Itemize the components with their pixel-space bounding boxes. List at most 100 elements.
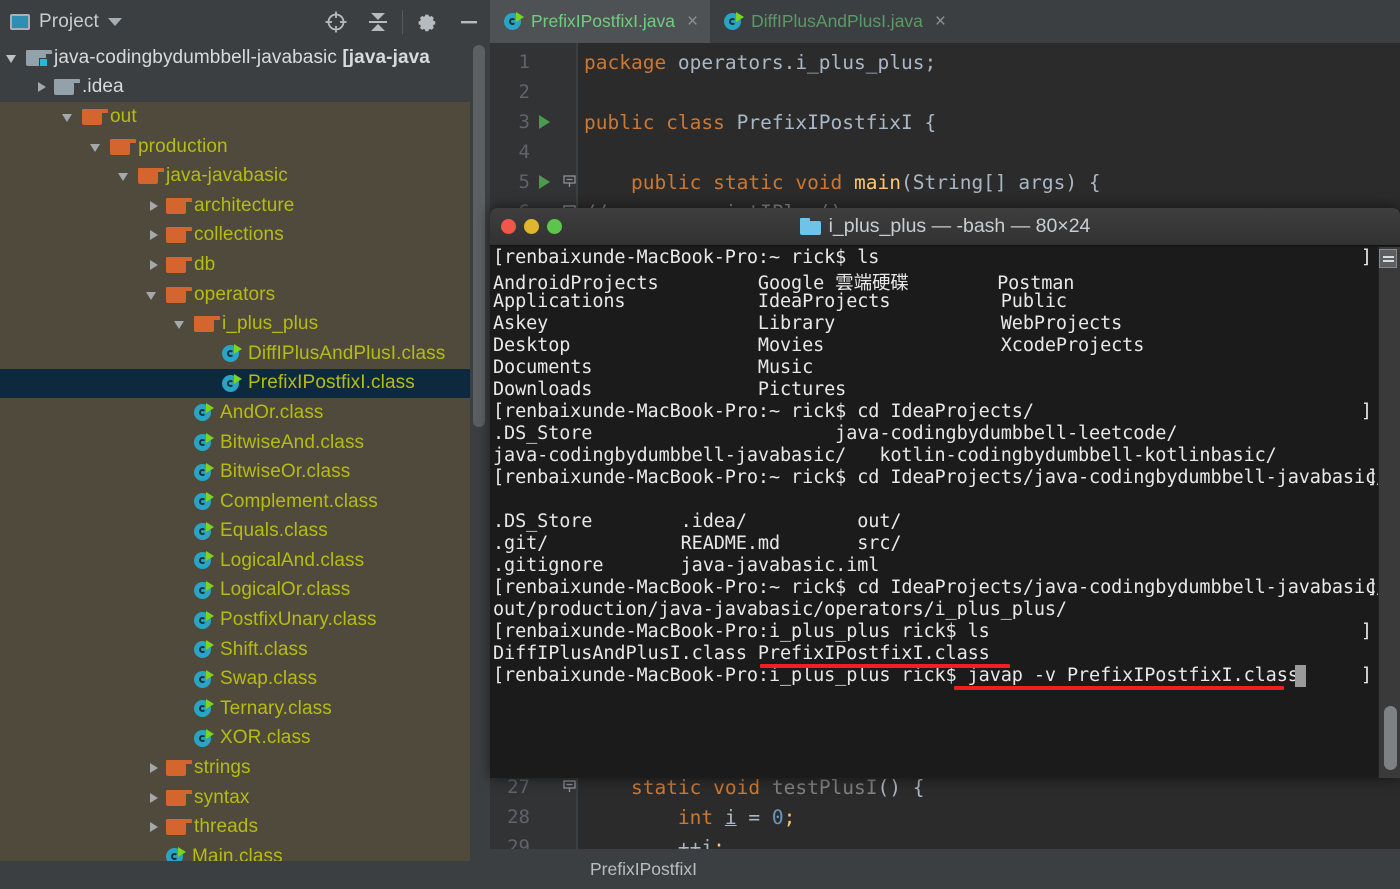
tree-item[interactable]: threads <box>0 812 470 842</box>
tree-item[interactable]: db <box>0 250 470 280</box>
chevron-down-icon[interactable] <box>62 110 76 124</box>
chevron-right-icon[interactable] <box>146 258 160 272</box>
tree-item[interactable]: java-codingbydumbbell-javabasic [java-ja… <box>0 43 470 73</box>
tree-spacer <box>174 524 188 538</box>
tree-item[interactable]: Shift.class <box>0 635 470 665</box>
code-token: testPlusI <box>772 776 878 799</box>
tree-spacer <box>174 495 188 509</box>
chevron-down-icon[interactable] <box>174 317 188 331</box>
java-class-icon <box>194 729 213 748</box>
tree-spacer <box>202 347 216 361</box>
terminal-scroll-thumb[interactable] <box>1384 706 1397 770</box>
tree-item-label: i_plus_plus <box>222 313 318 335</box>
tree-item[interactable]: .idea <box>0 73 470 103</box>
tree-item[interactable]: java-javabasic <box>0 161 470 191</box>
collapse-all-icon[interactable] <box>357 1 399 43</box>
terminal-line: [renbaixunde-MacBook-Pro:~ rick$ cd Idea… <box>493 467 1387 489</box>
tree-item[interactable]: syntax <box>0 783 470 813</box>
tree-item[interactable]: XOR.class <box>0 724 470 754</box>
minimize-icon[interactable] <box>448 1 490 43</box>
java-class-icon <box>194 463 213 482</box>
locate-target-icon[interactable] <box>315 1 357 43</box>
java-class-icon <box>504 12 523 31</box>
gutter-line: 28 <box>490 802 576 832</box>
close-icon[interactable]: × <box>935 11 946 33</box>
tree-item-label: Complement.class <box>220 491 378 513</box>
terminal-line: DiffIPlusAndPlusI.class PrefixIPostfixI.… <box>493 643 990 665</box>
terminal-titlebar[interactable]: i_plus_plus — -bash — 80×24 <box>490 208 1400 246</box>
chevron-down-icon[interactable] <box>6 51 20 65</box>
code-line[interactable]: public class PrefixIPostfixI { <box>584 107 936 137</box>
tree-item[interactable]: out <box>0 102 470 132</box>
chevron-right-icon[interactable] <box>34 80 48 94</box>
chevron-right-icon[interactable] <box>146 791 160 805</box>
chevron-right-icon[interactable] <box>146 761 160 775</box>
tree-item[interactable]: Swap.class <box>0 664 470 694</box>
tree-spacer <box>174 613 188 627</box>
code-line[interactable]: public static void main(String[] args) { <box>584 167 1101 197</box>
tree-item[interactable]: operators <box>0 280 470 310</box>
code-line[interactable]: int i = 0; <box>584 802 795 832</box>
tree-spacer <box>174 406 188 420</box>
run-gutter-icon[interactable] <box>539 115 550 129</box>
tree-item[interactable]: architecture <box>0 191 470 221</box>
red-underline-ls-result <box>760 664 1010 668</box>
tree-item[interactable]: DiffIPlusAndPlusI.class <box>0 339 470 369</box>
run-gutter-icon[interactable] <box>539 175 550 189</box>
terminal-split-icon[interactable] <box>1379 249 1397 268</box>
tree-item[interactable]: Main.class <box>0 842 470 861</box>
sidebar-vertical-scrollbar[interactable] <box>473 45 485 845</box>
terminal-line: [renbaixunde-MacBook-Pro:~ rick$ cd Idea… <box>493 401 1034 423</box>
tree-item-label: strings <box>194 757 251 779</box>
tree-item-label: java-codingbydumbbell-javabasic [java-ja… <box>54 47 430 69</box>
sidebar-vertical-scroll-thumb[interactable] <box>473 45 485 427</box>
tree-item[interactable]: PostfixUnary.class <box>0 605 470 635</box>
tree-item-label: out <box>110 106 137 128</box>
code-fold-icon[interactable] <box>563 175 576 188</box>
tree-item-label: BitwiseAnd.class <box>220 432 364 454</box>
close-icon[interactable]: × <box>687 11 698 33</box>
editor-tab[interactable]: DiffIPlusAndPlusI.java× <box>710 0 958 43</box>
chevron-down-icon[interactable] <box>90 140 104 154</box>
editor-tab[interactable]: PrefixIPostfixI.java× <box>490 0 710 43</box>
tree-item[interactable]: LogicalOr.class <box>0 576 470 606</box>
terminal-window[interactable]: i_plus_plus — -bash — 80×24 [renbaixunde… <box>490 208 1400 778</box>
tree-item[interactable]: LogicalAnd.class <box>0 546 470 576</box>
tree-spacer <box>174 554 188 568</box>
tree-item[interactable]: i_plus_plus <box>0 309 470 339</box>
tree-item[interactable]: Ternary.class <box>0 694 470 724</box>
tree-item[interactable]: strings <box>0 753 470 783</box>
code-line[interactable]: ++i; <box>584 832 725 849</box>
terminal-output[interactable]: [renbaixunde-MacBook-Pro:~ rick$ ls]Andr… <box>490 247 1400 778</box>
tree-item[interactable]: production <box>0 132 470 162</box>
tree-item-label: java-javabasic <box>166 165 288 187</box>
tree-item[interactable]: PrefixIPostfixI.class <box>0 369 470 399</box>
project-window-icon <box>10 14 30 30</box>
editor-status-bar: PrefixIPostfixI <box>490 849 1400 889</box>
code-line[interactable]: package operators.i_plus_plus; <box>584 47 936 77</box>
panel-toolbar <box>315 1 490 43</box>
chevron-right-icon[interactable] <box>146 199 160 213</box>
folder-icon <box>110 139 131 155</box>
chevron-down-icon[interactable] <box>146 288 160 302</box>
tree-spacer <box>174 731 188 745</box>
code-token <box>584 776 631 799</box>
tree-item[interactable]: Equals.class <box>0 517 470 547</box>
chevron-right-icon[interactable] <box>146 228 160 242</box>
tree-item[interactable]: AndOr.class <box>0 398 470 428</box>
line-number: 27 <box>490 776 530 798</box>
tree-item[interactable]: collections <box>0 221 470 251</box>
code-fold-icon[interactable] <box>563 780 576 793</box>
tree-item[interactable]: Complement.class <box>0 487 470 517</box>
chevron-down-icon[interactable] <box>118 169 132 183</box>
gear-icon[interactable] <box>406 1 448 43</box>
chevron-right-icon[interactable] <box>146 820 160 834</box>
folder-icon <box>82 109 103 125</box>
terminal-line: .git/ README.md src/ <box>493 533 901 555</box>
project-tree[interactable]: java-codingbydumbbell-javabasic [java-ja… <box>0 43 470 861</box>
tree-item[interactable]: BitwiseOr.class <box>0 457 470 487</box>
chevron-down-icon[interactable] <box>108 18 122 26</box>
tree-item[interactable]: BitwiseAnd.class <box>0 428 470 458</box>
terminal-scrollbar[interactable] <box>1378 247 1400 778</box>
terminal-line: Askey Library WebProjects <box>493 313 1122 335</box>
